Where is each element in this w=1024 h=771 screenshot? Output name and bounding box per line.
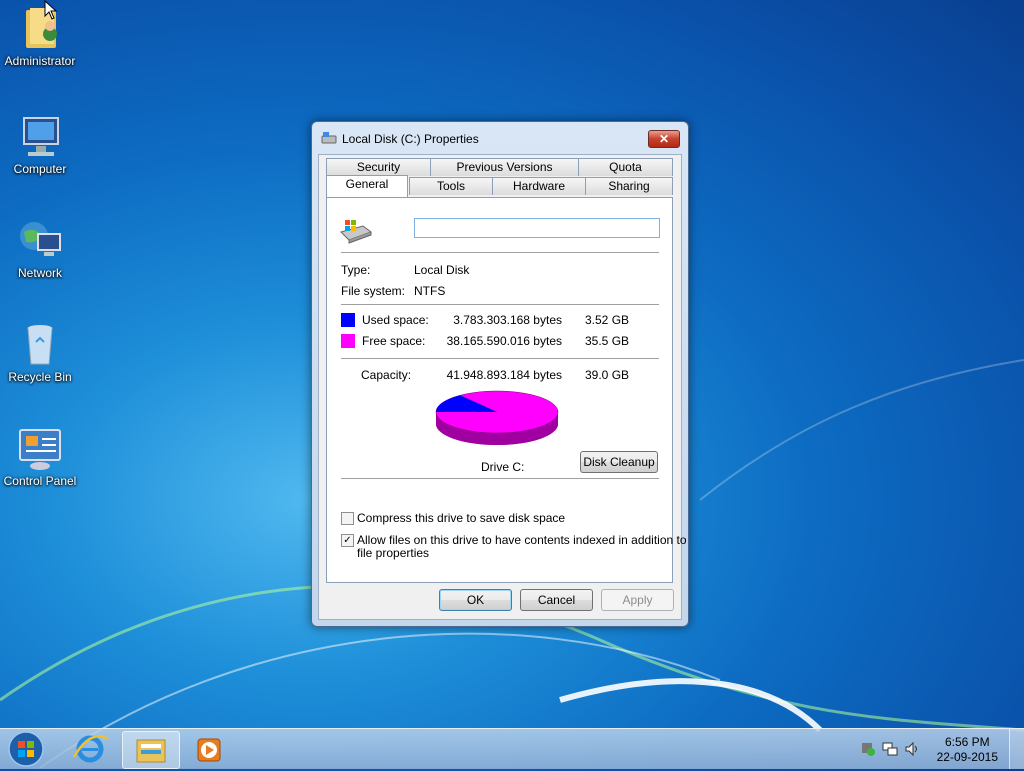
properties-dialog: Local Disk (C:) Properties ✕ Security Pr… (311, 121, 689, 627)
index-label-line-2: file properties (357, 546, 430, 560)
divider (341, 358, 659, 359)
desktop-icon-label: Computer (13, 162, 67, 176)
computer-icon (16, 112, 64, 160)
internet-explorer-icon (72, 735, 109, 763)
close-button[interactable]: ✕ (648, 130, 680, 148)
disk-usage-pie (435, 390, 559, 445)
type-label: Type: (341, 263, 371, 277)
compress-checkbox[interactable] (341, 512, 354, 525)
action-center-icon[interactable] (860, 741, 876, 757)
desktop-icon-label: Control Panel (3, 474, 77, 488)
drive-label-input[interactable] (414, 218, 660, 238)
tab-general[interactable]: General (326, 175, 408, 197)
used-space-gb: 3.52 GB (585, 313, 630, 327)
title-bar[interactable]: Local Disk (C:) Properties ✕ (312, 122, 688, 154)
apply-button[interactable]: Apply (601, 589, 674, 611)
disk-cleanup-button[interactable]: Disk Cleanup (580, 451, 658, 473)
dialog-title: Local Disk (C:) Properties (342, 132, 479, 146)
divider (341, 252, 659, 253)
mouse-cursor-icon (44, 0, 58, 20)
used-space-label: Used space: (362, 313, 429, 327)
system-clock[interactable]: 6:56 PM 22-09-2015 (937, 735, 998, 765)
desktop-icon-computer[interactable]: Computer (0, 112, 80, 176)
windows-logo-icon (8, 731, 44, 767)
free-space-swatch (341, 334, 355, 348)
compress-label: Compress this drive to save disk space (357, 511, 566, 525)
drive-letter-label: Drive C: (481, 460, 525, 474)
dialog-body: Security Previous Versions Quota General… (318, 154, 687, 620)
folder-icon (136, 739, 166, 763)
desktop-icon-network[interactable]: Network (0, 216, 80, 280)
capacity-label: Capacity: (361, 368, 412, 382)
free-space-gb: 35.5 GB (585, 334, 630, 348)
desktop-icon-control-panel[interactable]: Control Panel (0, 424, 80, 488)
tab-tools[interactable]: Tools (409, 177, 493, 195)
desktop-icon-label: Administrator (4, 54, 76, 68)
desktop-icon-label: Recycle Bin (8, 370, 72, 384)
show-desktop-button[interactable] (1009, 729, 1024, 769)
tab-security[interactable]: Security (326, 158, 431, 176)
drive-small-icon (321, 132, 337, 144)
ok-button[interactable]: OK (439, 589, 512, 611)
control-panel-icon (16, 424, 64, 472)
volume-icon[interactable] (904, 741, 920, 757)
network-tray-icon[interactable] (882, 741, 898, 757)
index-label-line-1: Allow files on this drive to have conten… (357, 533, 687, 547)
used-space-swatch (341, 313, 355, 327)
drive-icon (340, 220, 373, 244)
cancel-button[interactable]: Cancel (520, 589, 593, 611)
capacity-gb: 39.0 GB (585, 368, 630, 382)
media-player-icon (197, 738, 221, 762)
general-tab-panel: Type: Local Disk File system: NTFS Used … (326, 197, 687, 583)
type-value: Local Disk (414, 263, 470, 277)
file-system-value: NTFS (414, 284, 446, 298)
tab-previous-versions[interactable]: Previous Versions (430, 158, 579, 176)
clock-time: 6:56 PM (944, 735, 990, 749)
recycle-bin-icon (16, 320, 64, 368)
free-space-label: Free space: (362, 334, 426, 348)
free-space-bytes: 38.165.590.016 bytes (446, 334, 562, 348)
clock-date: 22-09-2015 (936, 750, 998, 764)
taskbar-windows-explorer[interactable] (122, 731, 180, 769)
network-icon (16, 216, 64, 264)
taskbar: 6:56 PM 22-09-2015 (0, 728, 1024, 769)
divider (341, 304, 659, 305)
divider (341, 478, 659, 479)
capacity-bytes: 41.948.893.184 bytes (446, 368, 562, 382)
tab-quota[interactable]: Quota (578, 158, 673, 176)
tab-hardware[interactable]: Hardware (492, 177, 586, 195)
file-system-label: File system: (341, 284, 406, 298)
start-button[interactable] (6, 730, 46, 768)
desktop-icon-administrator[interactable]: Administrator (0, 4, 80, 68)
taskbar-internet-explorer[interactable] (62, 731, 118, 767)
desktop-icon-recycle-bin[interactable]: Recycle Bin (0, 320, 80, 384)
desktop-icon-label: Network (17, 266, 62, 280)
taskbar-media-player[interactable] (182, 731, 238, 767)
index-checkbox[interactable]: ✓ (341, 534, 354, 547)
tab-sharing[interactable]: Sharing (585, 177, 673, 195)
used-space-bytes: 3.783.303.168 bytes (453, 313, 562, 327)
